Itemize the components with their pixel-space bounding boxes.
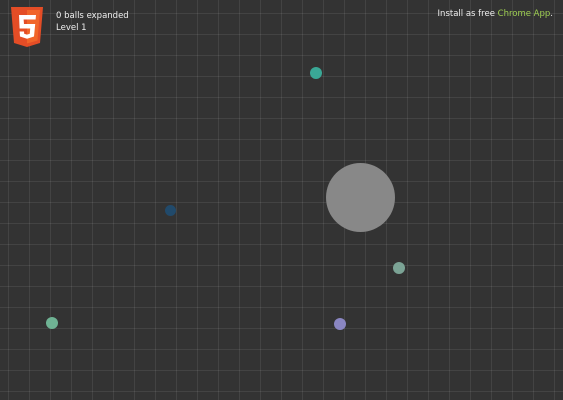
balls-expanded-text: 0 balls expanded: [56, 11, 129, 21]
install-prefix: Install as free: [437, 9, 498, 19]
html5-logo: [11, 7, 43, 47]
install-suffix: .: [550, 9, 553, 19]
ball-navy: [165, 205, 176, 216]
install-banner: Install as free Chrome App.: [438, 8, 553, 20]
ball-expanded-gray: [326, 163, 395, 232]
ball-teal: [310, 67, 322, 79]
ball-mint: [46, 317, 58, 329]
ball-sage: [393, 262, 405, 274]
ball-lavender: [334, 318, 346, 330]
game-board[interactable]: 0 balls expanded Level 1 Install as free…: [0, 0, 563, 400]
chrome-app-link[interactable]: Chrome App: [498, 9, 551, 19]
level-text: Level 1: [56, 23, 87, 33]
score-panel: 0 balls expanded Level 1: [56, 10, 129, 34]
